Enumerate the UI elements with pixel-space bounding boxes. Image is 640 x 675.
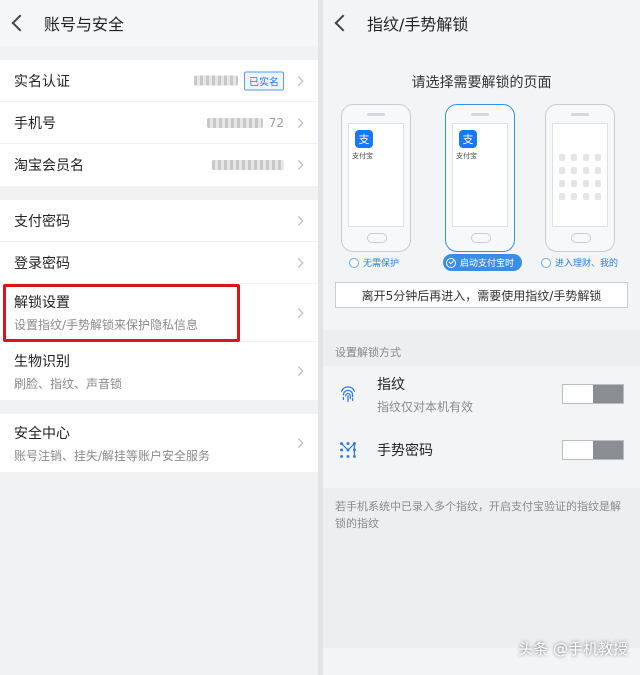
- right-topbar: 指纹/手势解锁: [323, 0, 640, 46]
- phone-speaker: [571, 113, 589, 116]
- row-label: 实名认证: [14, 73, 70, 90]
- phone-speaker: [471, 113, 489, 116]
- row-pay-password[interactable]: 支付密码: [0, 200, 318, 242]
- fingerprint-icon: [340, 386, 356, 402]
- option-gesture: 手势密码: [323, 422, 640, 478]
- phone-screen: 支 支付宝: [348, 123, 404, 227]
- row-login-password[interactable]: 登录密码: [0, 242, 318, 284]
- gesture-icon: [340, 442, 356, 458]
- alipay-app-icon: 支: [355, 130, 373, 148]
- choose-page-heading: 请选择需要解锁的页面: [411, 75, 552, 91]
- radio-label: 无需保护: [363, 259, 400, 269]
- security-center-group: 安全中心 账号注销、挂失/解挂等账户安全服务: [0, 414, 318, 472]
- account-security-screen: 账号与安全 实名认证 已实名 手机号 72 淘宝会员名 支付密码 登录密码 解锁…: [0, 0, 318, 675]
- app-label: 支付宝: [352, 152, 373, 160]
- chevron-right-icon: [293, 117, 304, 128]
- option-text: 手势密码: [377, 440, 433, 460]
- toggle-knob: [593, 441, 623, 459]
- chevron-right-icon: [293, 307, 304, 318]
- phone-preview-launch[interactable]: 支 支付宝: [445, 104, 515, 252]
- radio-label: 启动支付宝时: [460, 259, 515, 269]
- chevron-right-icon: [293, 366, 304, 376]
- option-text: 指纹 指纹仅对本机有效: [377, 374, 473, 415]
- option-label: 指纹: [377, 376, 405, 393]
- page-title: 账号与安全: [44, 15, 125, 34]
- unlock-timeout-tip: 离开5分钟后再进入，需要使用指纹/手势解锁: [335, 282, 628, 308]
- row-phone[interactable]: 手机号 72: [0, 102, 318, 144]
- toggle-knob: [593, 385, 623, 403]
- chevron-right-icon: [293, 257, 304, 268]
- verified-badge: 已实名: [244, 71, 284, 90]
- security-settings-group: 支付密码 登录密码 解锁设置 设置指纹/手势解锁来保护隐私信息 生物识别 刷脸、…: [0, 200, 318, 400]
- phone-speaker: [367, 113, 385, 116]
- option-subtitle: 指纹仅对本机有效: [377, 399, 474, 414]
- app-grid-placeholder: [559, 154, 601, 200]
- masked-name: [194, 75, 238, 86]
- masked-phone: [206, 117, 263, 128]
- row-biometric[interactable]: 生物识别 刷脸、指纹、声音锁: [0, 342, 318, 400]
- row-label: 安全中心: [14, 425, 70, 442]
- row-label: 支付密码: [14, 213, 70, 230]
- row-label: 淘宝会员名: [14, 158, 84, 174]
- app-label: 支付宝: [456, 152, 477, 160]
- option-fingerprint: 指纹 指纹仅对本机有效: [323, 366, 640, 422]
- check-circle-icon: [446, 257, 456, 268]
- highlight-box: [3, 284, 240, 342]
- unlock-settings-screen: 指纹/手势解锁 请选择需要解锁的页面 支 支付宝 支 支付宝 无需保护 启动支付…: [323, 0, 640, 675]
- radio-circle-icon: [349, 257, 359, 268]
- alipay-app-icon: 支: [459, 130, 477, 148]
- option-label: 手势密码: [377, 443, 433, 459]
- taobao-value: [212, 160, 284, 170]
- radio-label: 进入理财、我的: [555, 259, 619, 269]
- protect-option-radios: 无需保护 启动支付宝时 进入理财、我的: [323, 254, 640, 278]
- phone-previews: 支 支付宝 支 支付宝: [323, 104, 640, 254]
- chevron-right-icon: [293, 438, 304, 448]
- phone-screen: [552, 123, 608, 227]
- phone-home-button: [471, 233, 491, 243]
- chevron-right-icon: [293, 75, 304, 86]
- phone-home-button: [367, 233, 387, 243]
- watermark: 头条 @手机教授: [518, 640, 628, 658]
- row-label: 手机号: [14, 115, 56, 132]
- phone-suffix: 72: [268, 115, 284, 130]
- fingerprint-toggle[interactable]: [562, 384, 624, 404]
- radio-circle-icon: [541, 257, 551, 268]
- chevron-right-icon: [293, 160, 304, 170]
- phone-screen: 支 支付宝: [452, 123, 508, 227]
- row-subtitle: 账号注销、挂失/解挂等账户安全服务: [14, 448, 211, 463]
- left-topbar: 账号与安全: [0, 0, 318, 46]
- row-security-center[interactable]: 安全中心 账号注销、挂失/解挂等账户安全服务: [0, 414, 318, 472]
- radio-wealth-mine[interactable]: 进入理财、我的: [541, 256, 618, 269]
- masked-member-name: [212, 160, 284, 170]
- phone-value: 72: [206, 115, 284, 130]
- row-label: 生物识别: [14, 353, 70, 370]
- radio-no-protection[interactable]: 无需保护: [349, 256, 399, 269]
- phone-preview-wealth[interactable]: [545, 104, 615, 252]
- row-label: 登录密码: [14, 255, 70, 272]
- back-arrow-icon[interactable]: [334, 14, 352, 32]
- fingerprint-note: 若手机系统中已录入多个指纹，开启支付宝验证的指纹是解锁的指纹: [323, 488, 640, 648]
- real-name-value: 已实名: [194, 71, 284, 90]
- row-taobao-member[interactable]: 淘宝会员名: [0, 144, 318, 186]
- phone-home-button: [571, 233, 591, 243]
- page-title: 指纹/手势解锁: [367, 15, 469, 34]
- row-real-name[interactable]: 实名认证 已实名: [0, 60, 318, 102]
- row-subtitle: 刷脸、指纹、声音锁: [14, 376, 123, 391]
- phone-preview-none[interactable]: 支 支付宝: [341, 104, 411, 252]
- radio-on-launch[interactable]: 启动支付宝时: [443, 254, 523, 271]
- back-arrow-icon[interactable]: [11, 14, 29, 32]
- account-info-group: 实名认证 已实名 手机号 72 淘宝会员名: [0, 60, 318, 186]
- section-header: 设置解锁方式: [323, 330, 640, 366]
- chevron-right-icon: [293, 215, 304, 226]
- gesture-toggle[interactable]: [562, 440, 624, 460]
